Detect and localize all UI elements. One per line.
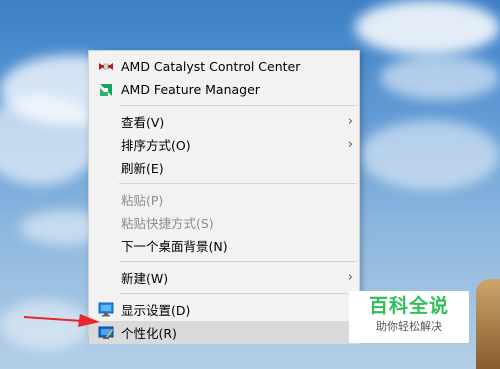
menu-item-display-settings[interactable]: 显示设置(D)	[89, 298, 359, 321]
menu-item-label: AMD Catalyst Control Center	[121, 59, 301, 74]
menu-item-next-desktop-background[interactable]: 下一个桌面背景(N)	[89, 234, 359, 257]
menu-item-amd-catalyst[interactable]: AMD Catalyst Control Center	[89, 55, 359, 78]
menu-item-amd-feature-manager[interactable]: AMD Feature Manager	[89, 78, 359, 101]
menu-separator	[119, 293, 357, 294]
menu-item-label: 显示设置(D)	[121, 303, 191, 318]
desktop-context-menu: AMD Catalyst Control Center AMD Feature …	[88, 50, 360, 344]
menu-item-view[interactable]: 查看(V) ›	[89, 110, 359, 133]
menu-item-personalize[interactable]: 个性化(R)	[89, 321, 359, 344]
cloud	[355, 0, 500, 55]
rock-formation	[476, 279, 500, 369]
amd-catalyst-icon	[98, 59, 114, 74]
cloud	[360, 120, 500, 190]
menu-item-label: 新建(W)	[121, 271, 169, 286]
menu-item-label: 粘贴(P)	[121, 193, 164, 208]
menu-item-label: 个性化(R)	[121, 326, 177, 341]
menu-separator	[119, 261, 357, 262]
menu-separator	[119, 105, 357, 106]
display-settings-icon	[98, 302, 114, 317]
personalize-icon	[98, 325, 114, 340]
baike-watermark: 百科全说 助你轻松解决	[349, 291, 469, 343]
red-arrow-annotation	[24, 314, 100, 327]
chevron-right-icon: ›	[347, 137, 353, 152]
chevron-right-icon: ›	[347, 270, 353, 285]
menu-item-label: 排序方式(O)	[121, 138, 191, 153]
amd-logo-icon	[98, 82, 114, 97]
menu-item-label: 下一个桌面背景(N)	[121, 239, 228, 254]
menu-item-label: 刷新(E)	[121, 161, 164, 176]
menu-separator	[119, 183, 357, 184]
watermark-title: 百科全说	[368, 295, 449, 317]
menu-item-sort-by[interactable]: 排序方式(O) ›	[89, 133, 359, 156]
menu-item-paste-shortcut: 粘贴快捷方式(S)	[89, 211, 359, 234]
menu-item-label: AMD Feature Manager	[121, 82, 260, 97]
menu-item-label: 查看(V)	[121, 115, 165, 130]
menu-item-new[interactable]: 新建(W) ›	[89, 266, 359, 289]
cloud	[380, 55, 500, 100]
watermark-subtitle: 助你轻松解决	[376, 320, 442, 333]
menu-item-paste: 粘贴(P)	[89, 188, 359, 211]
menu-item-label: 粘贴快捷方式(S)	[121, 216, 214, 231]
chevron-right-icon: ›	[347, 114, 353, 129]
menu-item-refresh[interactable]: 刷新(E)	[89, 156, 359, 179]
